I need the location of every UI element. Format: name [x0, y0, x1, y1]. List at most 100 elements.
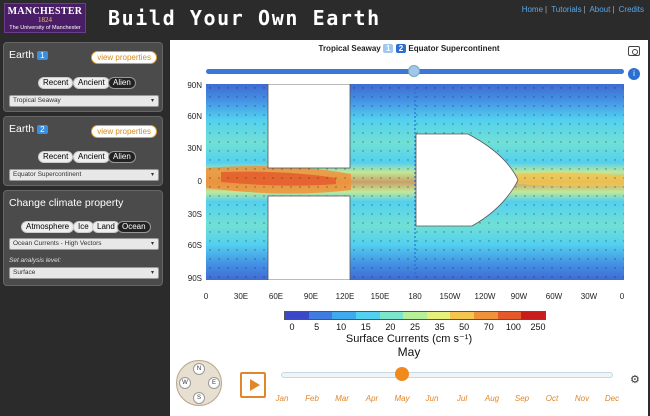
earth2-title: Earth 2	[9, 123, 48, 135]
rotate-west-button[interactable]: W	[179, 377, 191, 389]
rotate-east-button[interactable]: E	[208, 377, 220, 389]
logo-year: 1824	[38, 16, 52, 24]
earth1-name: Tropical Seaway	[318, 44, 381, 53]
colorbar-swatch	[285, 312, 309, 319]
nav-credits[interactable]: Credits	[619, 5, 644, 14]
colorbar-label: 70	[483, 322, 494, 332]
rotate-south-button[interactable]: S	[193, 392, 205, 404]
colorbar-label: 20	[385, 322, 396, 332]
play-button[interactable]	[240, 372, 266, 398]
colorbar-swatch	[355, 312, 380, 319]
month-slider[interactable]	[281, 372, 613, 378]
lat-label: 30S	[187, 210, 202, 219]
earth1-title: Earth 1	[9, 49, 48, 61]
comparison-title: Tropical Seaway 1 2 Equator Supercontine…	[170, 44, 648, 53]
lat-label: 90S	[187, 274, 202, 283]
camera-icon[interactable]	[628, 46, 640, 56]
climate-title: Change climate property	[9, 197, 124, 209]
colorbar-title: Surface Currents (cm s⁻¹)	[345, 333, 473, 345]
top-nav: Home | Tutorials | About | Credits	[521, 5, 644, 14]
earth1-select[interactable]: Tropical Seaway ▾	[9, 95, 159, 107]
lon-label: 180	[408, 292, 422, 301]
month-label-jun[interactable]: Jun	[426, 394, 439, 403]
month-label-jan[interactable]: Jan	[276, 394, 289, 403]
earth1-view-properties-button[interactable]: view properties	[91, 51, 157, 64]
info-icon[interactable]: i	[628, 68, 640, 80]
lon-label: 120W	[474, 292, 496, 301]
lon-label: 120E	[335, 292, 355, 301]
lat-label: 0	[197, 177, 202, 186]
ocean-currents-map[interactable]	[206, 84, 624, 280]
month-label-nov[interactable]: Nov	[575, 394, 589, 403]
month-label-mar[interactable]: Mar	[335, 394, 349, 403]
earth1-number: 1	[37, 51, 48, 60]
main-view: Tropical Seaway 1 2 Equator Supercontine…	[170, 40, 648, 416]
colorbar-label: 250	[530, 322, 546, 332]
app-title: Build Your Own Earth	[108, 6, 381, 30]
colorbar-label: 35	[434, 322, 445, 332]
university-logo[interactable]: MANCHESTER 1824 The University of Manche…	[4, 3, 86, 33]
lat-label: 30N	[187, 144, 202, 153]
month-label-jul[interactable]: Jul	[457, 394, 467, 403]
climate-property-value: Ocean Currents - High Vectors	[13, 240, 102, 247]
earth2-tab-alien[interactable]: Alien	[108, 151, 136, 163]
chevron-down-icon: ▾	[150, 241, 154, 247]
analysis-level-value: Surface	[13, 269, 36, 276]
lon-label: 60E	[268, 292, 284, 301]
climate-tab-land[interactable]: Land	[92, 221, 120, 233]
colorbar-label: 0	[289, 322, 295, 332]
month-label-feb[interactable]: Feb	[305, 394, 319, 403]
compare-slider-handle[interactable]	[408, 65, 420, 77]
earth1-tab-alien[interactable]: Alien	[108, 77, 136, 89]
month-slider-handle[interactable]	[395, 367, 409, 381]
colorbar-swatch	[474, 312, 498, 319]
lat-label: 60S	[187, 241, 202, 250]
earth1-tab-recent[interactable]: Recent	[38, 77, 74, 89]
nav-home[interactable]: Home	[522, 5, 543, 14]
chevron-down-icon: ▾	[150, 172, 154, 178]
colorbar-label: 100	[505, 322, 521, 332]
lon-label: 30W	[580, 292, 598, 301]
month-label-apr[interactable]: Apr	[366, 394, 378, 403]
lon-label: 0	[203, 292, 209, 301]
earth2-tab-recent[interactable]: Recent	[38, 151, 74, 163]
earth2-select[interactable]: Equator Supercontinent ▾	[9, 169, 159, 181]
earth1-badge: 1	[383, 44, 394, 53]
globe-rotate-control[interactable]: N S E W	[176, 360, 222, 406]
current-month-label: May	[397, 345, 421, 359]
earth2-select-value: Equator Supercontinent	[13, 171, 82, 178]
month-label-dec[interactable]: Dec	[605, 394, 619, 403]
earth2-badge: 2	[395, 44, 407, 53]
earth2-name: Equator Supercontinent	[408, 44, 500, 53]
lon-label: 150W	[439, 292, 461, 301]
earth2-tab-ancient[interactable]: Ancient	[73, 151, 110, 163]
chevron-down-icon: ▾	[150, 98, 154, 104]
earth1-tab-ancient[interactable]: Ancient	[73, 77, 110, 89]
earth2-view-properties-button[interactable]: view properties	[91, 125, 157, 138]
colorbar-labels: 0 5 10 15 20 25 35 50 70 100 250	[278, 322, 558, 332]
month-label-sep[interactable]: Sep	[515, 394, 529, 403]
month-label-oct[interactable]: Oct	[546, 394, 558, 403]
colorbar	[284, 311, 546, 320]
gear-icon[interactable]: ⚙	[630, 373, 640, 386]
nav-about[interactable]: About	[589, 5, 610, 14]
month-label-aug[interactable]: Aug	[485, 394, 499, 403]
climate-property-select[interactable]: Ocean Currents - High Vectors ▾	[9, 238, 159, 250]
logo-subtitle: The University of Manchester	[9, 25, 81, 31]
colorbar-swatch	[450, 312, 475, 319]
earth1-label: Earth	[9, 49, 35, 61]
chevron-down-icon: ▾	[150, 270, 154, 276]
climate-tab-ocean[interactable]: Ocean	[117, 221, 151, 233]
climate-tab-ice[interactable]: Ice	[73, 221, 94, 233]
colorbar-label: 50	[459, 322, 470, 332]
analysis-level-label: Set analysis level:	[9, 257, 62, 264]
nav-tutorials[interactable]: Tutorials	[551, 5, 581, 14]
colorbar-swatch	[308, 312, 333, 319]
earth1-select-value: Tropical Seaway	[13, 97, 61, 104]
analysis-level-select[interactable]: Surface ▾	[9, 267, 159, 279]
rotate-north-button[interactable]: N	[193, 363, 205, 375]
colorbar-label: 10	[336, 322, 347, 332]
climate-tab-atmosphere[interactable]: Atmosphere	[21, 221, 75, 233]
colorbar-swatch	[426, 312, 451, 319]
month-label-may[interactable]: May	[394, 394, 409, 403]
